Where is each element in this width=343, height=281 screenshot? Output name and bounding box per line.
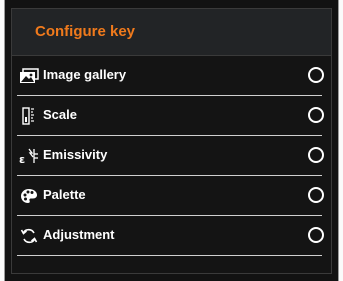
image-gallery-icon xyxy=(19,66,39,86)
emissivity-prefix: ε xyxy=(19,153,25,166)
divider xyxy=(17,255,322,256)
radio-emissivity[interactable] xyxy=(308,147,324,163)
palette-icon xyxy=(19,186,39,206)
emissivity-icon: ε xyxy=(19,146,39,166)
radio-adjustment[interactable] xyxy=(308,227,324,243)
option-adjustment[interactable]: Adjustment xyxy=(12,216,331,256)
option-label: Emissivity xyxy=(43,147,108,162)
option-image-gallery[interactable]: Image gallery xyxy=(12,56,331,96)
option-label: Adjustment xyxy=(43,227,115,242)
radio-scale[interactable] xyxy=(308,107,324,123)
option-palette[interactable]: Palette xyxy=(12,176,331,216)
radio-image-gallery[interactable] xyxy=(308,67,324,83)
adjustment-icon xyxy=(19,226,39,246)
configure-key-panel: Configure key Image gallery Scale ε Emis… xyxy=(11,8,332,274)
option-label: Scale xyxy=(43,107,77,122)
window-frame: Configure key Image gallery Scale ε Emis… xyxy=(4,0,339,281)
radio-palette[interactable] xyxy=(308,187,324,203)
option-emissivity[interactable]: ε Emissivity xyxy=(12,136,331,176)
panel-header: Configure key xyxy=(12,9,331,56)
panel-title: Configure key xyxy=(35,23,136,40)
scale-icon xyxy=(19,106,39,126)
option-label: Image gallery xyxy=(43,67,127,82)
option-scale[interactable]: Scale xyxy=(12,96,331,136)
option-label: Palette xyxy=(43,187,86,202)
